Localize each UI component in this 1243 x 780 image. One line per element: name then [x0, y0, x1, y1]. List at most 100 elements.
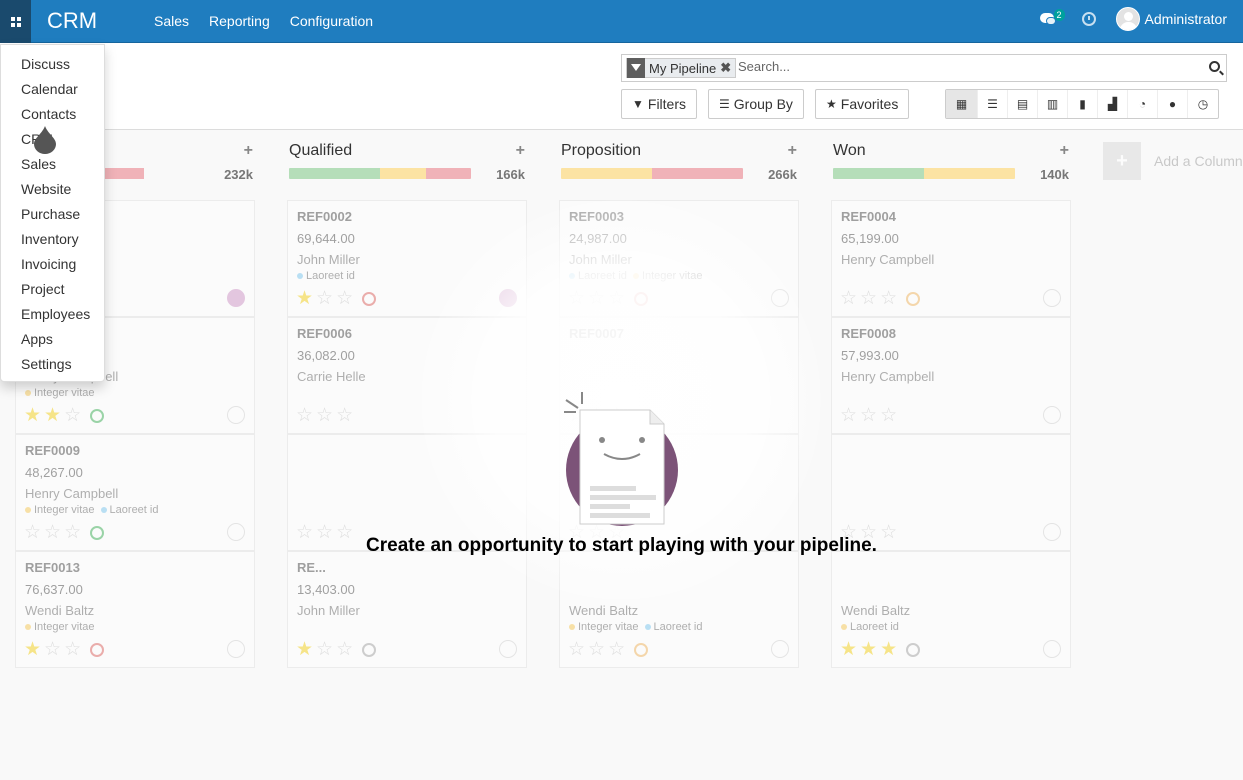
- column-total: 166k: [496, 167, 525, 182]
- priority-star-icon[interactable]: ★: [296, 640, 313, 659]
- opportunity-card[interactable]: RE... 13,403.00 John Miller ★ ☆ ☆: [287, 551, 527, 668]
- priority-star-icon[interactable]: ☆: [860, 406, 877, 425]
- app-contacts[interactable]: Contacts: [1, 102, 104, 127]
- priority-star-icon[interactable]: ☆: [316, 289, 333, 308]
- activity-clock-icon[interactable]: [90, 409, 105, 423]
- priority-star-icon[interactable]: ☆: [880, 406, 897, 425]
- priority-star-icon[interactable]: ★: [44, 406, 61, 425]
- column-progressbar[interactable]: [561, 168, 743, 179]
- app-employees[interactable]: Employees: [1, 302, 104, 327]
- card-reference: REF0009: [25, 443, 80, 458]
- app-calendar[interactable]: Calendar: [1, 77, 104, 102]
- facet-remove-icon[interactable]: ✖: [720, 60, 735, 76]
- list-view-icon[interactable]: ☰: [978, 90, 1008, 118]
- priority-star-icon[interactable]: ★: [880, 640, 897, 659]
- cohort-view-icon[interactable]: ▟: [1098, 90, 1128, 118]
- pivot-view-icon[interactable]: ▥: [1038, 90, 1068, 118]
- quick-create-plus-icon[interactable]: +: [516, 142, 525, 160]
- app-sales[interactable]: Sales: [1, 152, 104, 177]
- opportunity-card[interactable]: REF0004 65,199.00 Henry Campbell ☆ ☆ ☆: [831, 200, 1071, 317]
- priority-star-icon[interactable]: ☆: [44, 640, 61, 659]
- opportunity-card[interactable]: REF0008 57,993.00 Henry Campbell ☆ ☆ ☆: [831, 317, 1071, 434]
- kanban-view-icon[interactable]: ▦: [946, 90, 978, 118]
- priority-star-icon[interactable]: ★: [840, 640, 857, 659]
- activity-clock-icon[interactable]: [90, 643, 105, 657]
- opportunity-card[interactable]: ☆☆☆: [831, 434, 1071, 551]
- menu-reporting[interactable]: Reporting: [209, 13, 270, 29]
- user-menu[interactable]: Administrator: [1145, 11, 1227, 27]
- priority-star-icon[interactable]: ☆: [840, 289, 857, 308]
- app-project[interactable]: Project: [1, 277, 104, 302]
- priority-star-icon[interactable]: ☆: [840, 406, 857, 425]
- dashboard-view-icon[interactable]: ◔: [1128, 90, 1158, 118]
- activity-clock-icon[interactable]: [362, 292, 377, 306]
- activities-clock-icon[interactable]: [1081, 12, 1096, 26]
- card-amount: 76,637.00: [25, 582, 83, 597]
- activity-clock-icon[interactable]: [906, 292, 921, 306]
- priority-star-icon[interactable]: ☆: [316, 640, 333, 659]
- map-view-icon[interactable]: ●: [1158, 90, 1188, 118]
- graph-view-icon[interactable]: ▮: [1068, 90, 1098, 118]
- filters-button[interactable]: ▼ Filters: [621, 89, 698, 119]
- apps-menu-toggle[interactable]: [0, 0, 31, 43]
- priority-star-icon[interactable]: ★: [24, 406, 41, 425]
- search-box[interactable]: My Pipeline ✖: [621, 54, 1227, 82]
- priority-star-icon[interactable]: ☆: [860, 289, 877, 308]
- priority-star-icon[interactable]: ★: [24, 640, 41, 659]
- messaging-icon[interactable]: 2: [1039, 9, 1065, 29]
- priority-star-icon[interactable]: ☆: [880, 289, 897, 308]
- column-progressbar[interactable]: [833, 168, 1015, 179]
- calendar-view-icon[interactable]: ▤: [1008, 90, 1038, 118]
- priority-star-icon[interactable]: ☆: [336, 406, 353, 425]
- opportunity-card[interactable]: REF0009 48,267.00 Henry Campbell Integer vi…: [15, 434, 255, 551]
- priority-star-icon[interactable]: ☆: [64, 640, 81, 659]
- tag: Integer vitae: [25, 504, 95, 516]
- group-by-button[interactable]: ☰ Group By: [708, 89, 804, 119]
- column-header: Won +140k: [831, 130, 1071, 182]
- priority-star-icon[interactable]: ☆: [296, 406, 313, 425]
- column-title[interactable]: Qualified: [289, 142, 352, 160]
- priority-star-icon[interactable]: ☆: [316, 406, 333, 425]
- app-apps[interactable]: Apps: [1, 327, 104, 352]
- column-title[interactable]: Won: [833, 142, 866, 160]
- app-brand[interactable]: CRM: [47, 8, 97, 34]
- priority-star-icon[interactable]: ☆: [588, 640, 605, 659]
- activity-clock-icon[interactable]: [906, 643, 921, 657]
- menu-sales[interactable]: Sales: [154, 13, 189, 29]
- activity-clock-icon[interactable]: [634, 643, 649, 657]
- activity-clock-icon[interactable]: [362, 643, 377, 657]
- column-title[interactable]: Proposition: [561, 142, 641, 160]
- app-purchase[interactable]: Purchase: [1, 202, 104, 227]
- app-discuss[interactable]: Discuss: [1, 52, 104, 77]
- tag: Integer vitae: [569, 621, 639, 633]
- user-avatar[interactable]: [1115, 7, 1140, 31]
- column-progressbar[interactable]: [289, 168, 471, 179]
- favorites-button[interactable]: ★ Favorites: [815, 89, 910, 119]
- priority-star-icon[interactable]: ☆: [608, 640, 625, 659]
- priority-star-icon[interactable]: ☆: [64, 406, 81, 425]
- quick-create-plus-icon[interactable]: +: [244, 142, 253, 160]
- app-inventory[interactable]: Inventory: [1, 227, 104, 252]
- control-panel: My Pipeline ✖ ▼Filters ☰Group By ★Favori…: [0, 43, 1243, 130]
- priority-star-icon[interactable]: ★: [860, 640, 877, 659]
- opportunity-card[interactable]: Wendi Baltz Laoreet id ★ ★ ★: [831, 551, 1071, 668]
- search-input[interactable]: [738, 59, 1198, 74]
- priority-star-icon[interactable]: ☆: [568, 640, 585, 659]
- app-settings[interactable]: Settings: [1, 352, 104, 377]
- card-tags: Integer vitae: [25, 387, 245, 399]
- opportunity-card[interactable]: REF0013 76,637.00 Wendi Baltz Integer vitae…: [15, 551, 255, 668]
- document-illustration-icon: [564, 392, 678, 526]
- search-icon[interactable]: [1209, 61, 1220, 72]
- activity-view-icon[interactable]: ◷: [1188, 90, 1218, 118]
- priority-star-icon[interactable]: ☆: [336, 640, 353, 659]
- app-invoicing[interactable]: Invoicing: [1, 252, 104, 277]
- priority-star-icon[interactable]: ☆: [336, 289, 353, 308]
- card-footer: ★ ☆ ☆: [296, 289, 377, 308]
- app-website[interactable]: Website: [1, 177, 104, 202]
- priority-star-icon[interactable]: ★: [296, 289, 313, 308]
- menu-configuration[interactable]: Configuration: [290, 13, 373, 29]
- quick-create-plus-icon[interactable]: +: [1060, 142, 1069, 160]
- quick-create-plus-icon[interactable]: +: [788, 142, 797, 160]
- column-header: Qualified +166k: [287, 130, 527, 182]
- add-column[interactable]: + Add a Column: [1103, 142, 1243, 180]
